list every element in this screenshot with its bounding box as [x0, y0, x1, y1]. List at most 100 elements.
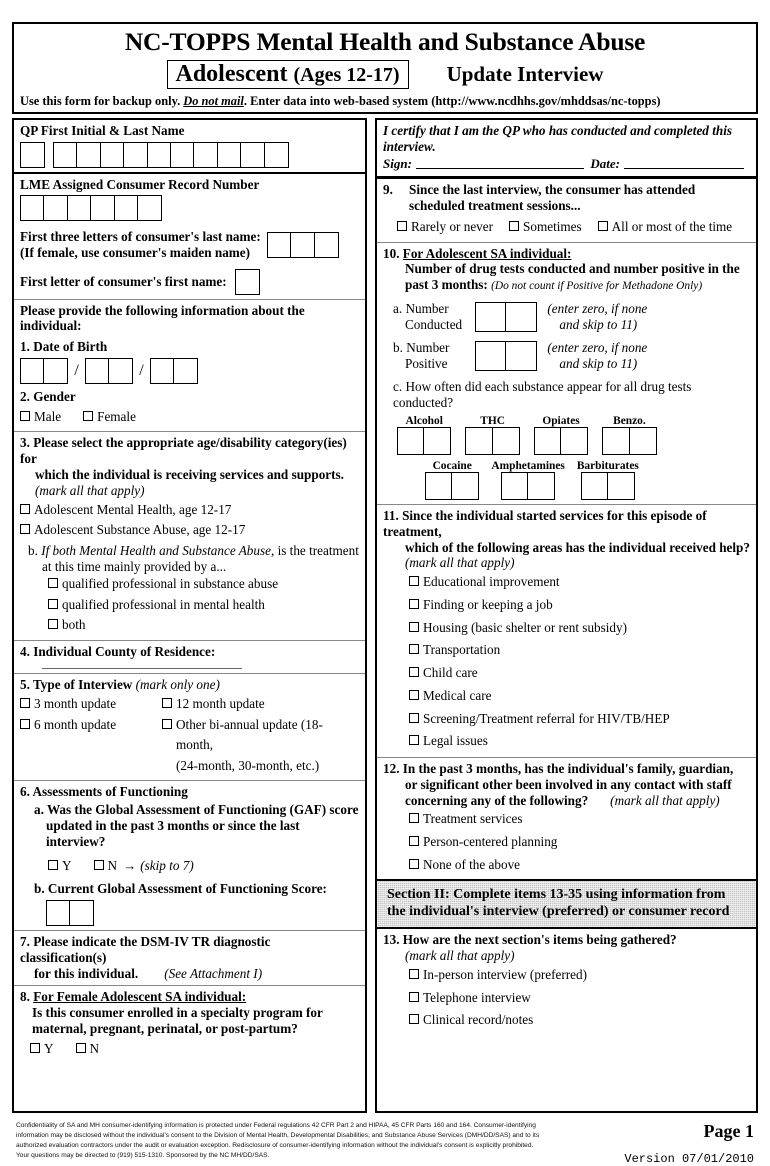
qp-lastname-box[interactable] [216, 141, 242, 168]
q11-option[interactable]: Educational improvement [409, 571, 750, 594]
signature-input-line[interactable] [415, 158, 585, 170]
checkbox-icon[interactable] [509, 221, 520, 232]
first-name-letter-box[interactable] [234, 268, 260, 295]
tests-conducted-box[interactable] [475, 301, 507, 332]
q11-option[interactable]: Housing (basic shelter or rent subsidy) [409, 617, 750, 640]
q11-option[interactable]: Medical care [409, 685, 750, 708]
q5-option-12month[interactable]: 12 month update [162, 694, 265, 714]
checkbox-icon[interactable] [409, 621, 419, 632]
lme-box[interactable] [137, 195, 163, 222]
checkbox-icon[interactable] [409, 576, 419, 587]
qp-lastname-box[interactable] [76, 141, 102, 168]
qp-lastname-box[interactable] [170, 141, 196, 168]
checkbox-icon[interactable] [20, 503, 30, 514]
checkbox-icon[interactable] [162, 698, 172, 709]
substance-box[interactable] [423, 426, 452, 455]
substance-box[interactable] [560, 426, 589, 455]
q3-option[interactable]: Adolescent Mental Health, age 12-17 [20, 500, 359, 520]
substance-box[interactable] [500, 471, 529, 500]
lme-box[interactable] [90, 195, 116, 222]
q13-option[interactable]: In-person interview (preferred) [409, 964, 750, 987]
qp-lastname-box[interactable] [240, 141, 266, 168]
checkbox-icon[interactable] [597, 221, 608, 232]
dob-year-box[interactable] [173, 358, 199, 385]
checkbox-icon[interactable] [409, 712, 419, 723]
qp-lastname-box[interactable] [99, 141, 125, 168]
checkbox-icon[interactable] [48, 619, 58, 630]
q3b-option[interactable]: qualified professional in substance abus… [48, 574, 359, 594]
checkbox-icon[interactable] [397, 221, 407, 232]
q9-option-sometimes[interactable]: Sometimes [509, 217, 582, 237]
dob-month-box[interactable] [20, 358, 45, 385]
qp-lastname-box[interactable] [193, 141, 219, 168]
q5-option-6month[interactable]: 6 month update [20, 715, 116, 735]
checkbox-icon[interactable] [409, 836, 419, 847]
q8-option-no[interactable]: N [75, 1039, 99, 1059]
q12-option[interactable]: Person-centered planning [409, 831, 750, 854]
tests-positive-box[interactable] [475, 341, 507, 372]
checkbox-icon[interactable] [409, 689, 419, 700]
checkbox-icon[interactable] [409, 735, 419, 746]
last-name-letter-box[interactable] [290, 232, 316, 259]
lme-box[interactable] [43, 195, 69, 222]
q6a-option-no[interactable]: N [93, 856, 117, 876]
checkbox-icon[interactable] [93, 859, 104, 870]
gender-option-male[interactable]: Male [20, 407, 61, 427]
checkbox-icon[interactable] [83, 410, 94, 421]
checkbox-icon[interactable] [409, 813, 419, 824]
checkbox-icon[interactable] [409, 1014, 419, 1025]
substance-box[interactable] [580, 471, 609, 500]
q12-option[interactable]: Treatment services [409, 808, 750, 831]
substance-box[interactable] [607, 471, 636, 500]
gender-option-female[interactable]: Female [83, 407, 136, 427]
substance-box[interactable] [465, 426, 494, 455]
county-input-line[interactable] [42, 667, 242, 669]
checkbox-icon[interactable] [409, 969, 419, 980]
dob-day-box[interactable] [108, 358, 134, 385]
date-input-line[interactable] [624, 158, 744, 170]
last-name-letter-box[interactable] [266, 232, 292, 259]
checkbox-icon[interactable] [30, 1042, 40, 1053]
q3b-option[interactable]: qualified professional in mental health [48, 595, 359, 615]
q5-option-other[interactable]: Other bi-annual update (18-month, (24-mon… [162, 715, 359, 776]
substance-box[interactable] [451, 471, 480, 500]
checkbox-icon[interactable] [409, 644, 419, 655]
substance-box[interactable] [425, 471, 453, 500]
qp-lastname-box[interactable] [123, 141, 149, 168]
qp-lastname-box[interactable] [263, 141, 289, 168]
dob-year-box[interactable] [149, 358, 175, 385]
q11-option[interactable]: Finding or keeping a job [409, 594, 750, 617]
checkbox-icon[interactable] [409, 991, 419, 1002]
checkbox-icon[interactable] [409, 667, 419, 678]
q13-option[interactable]: Telephone interview [409, 987, 750, 1010]
q11-option[interactable]: Screening/Treatment referral for HIV/TB/… [409, 708, 750, 731]
lme-box[interactable] [113, 195, 139, 222]
checkbox-icon[interactable] [75, 1042, 86, 1053]
gaf-score-box[interactable] [69, 899, 95, 926]
substance-box[interactable] [533, 426, 562, 455]
q3b-option[interactable]: both [48, 615, 359, 635]
q11-option[interactable]: Transportation [409, 639, 750, 662]
q13-option[interactable]: Clinical record/notes [409, 1009, 750, 1032]
checkbox-icon[interactable] [409, 599, 419, 610]
substance-box[interactable] [602, 426, 631, 455]
q12-option[interactable]: None of the above [409, 854, 750, 877]
tests-conducted-box[interactable] [505, 301, 538, 332]
q3-option[interactable]: Adolescent Substance Abuse, age 12-17 [20, 520, 359, 540]
checkbox-icon[interactable] [20, 698, 30, 709]
q6a-option-yes[interactable]: Y [48, 856, 72, 876]
checkbox-icon[interactable] [48, 578, 58, 589]
qp-lastname-box[interactable] [146, 141, 172, 168]
q9-option-allmost[interactable]: All or most of the time [597, 217, 732, 237]
q5-option-3month[interactable]: 3 month update [20, 694, 116, 714]
lme-box[interactable] [20, 195, 45, 222]
substance-box[interactable] [491, 426, 520, 455]
dob-day-box[interactable] [84, 358, 110, 385]
lme-box[interactable] [66, 195, 92, 222]
checkbox-icon[interactable] [409, 858, 419, 869]
checkbox-icon[interactable] [48, 859, 58, 870]
checkbox-icon[interactable] [20, 524, 30, 535]
q11-option[interactable]: Child care [409, 662, 750, 685]
q9-option-rarely[interactable]: Rarely or never [397, 217, 493, 237]
last-name-letter-box[interactable] [313, 232, 339, 259]
